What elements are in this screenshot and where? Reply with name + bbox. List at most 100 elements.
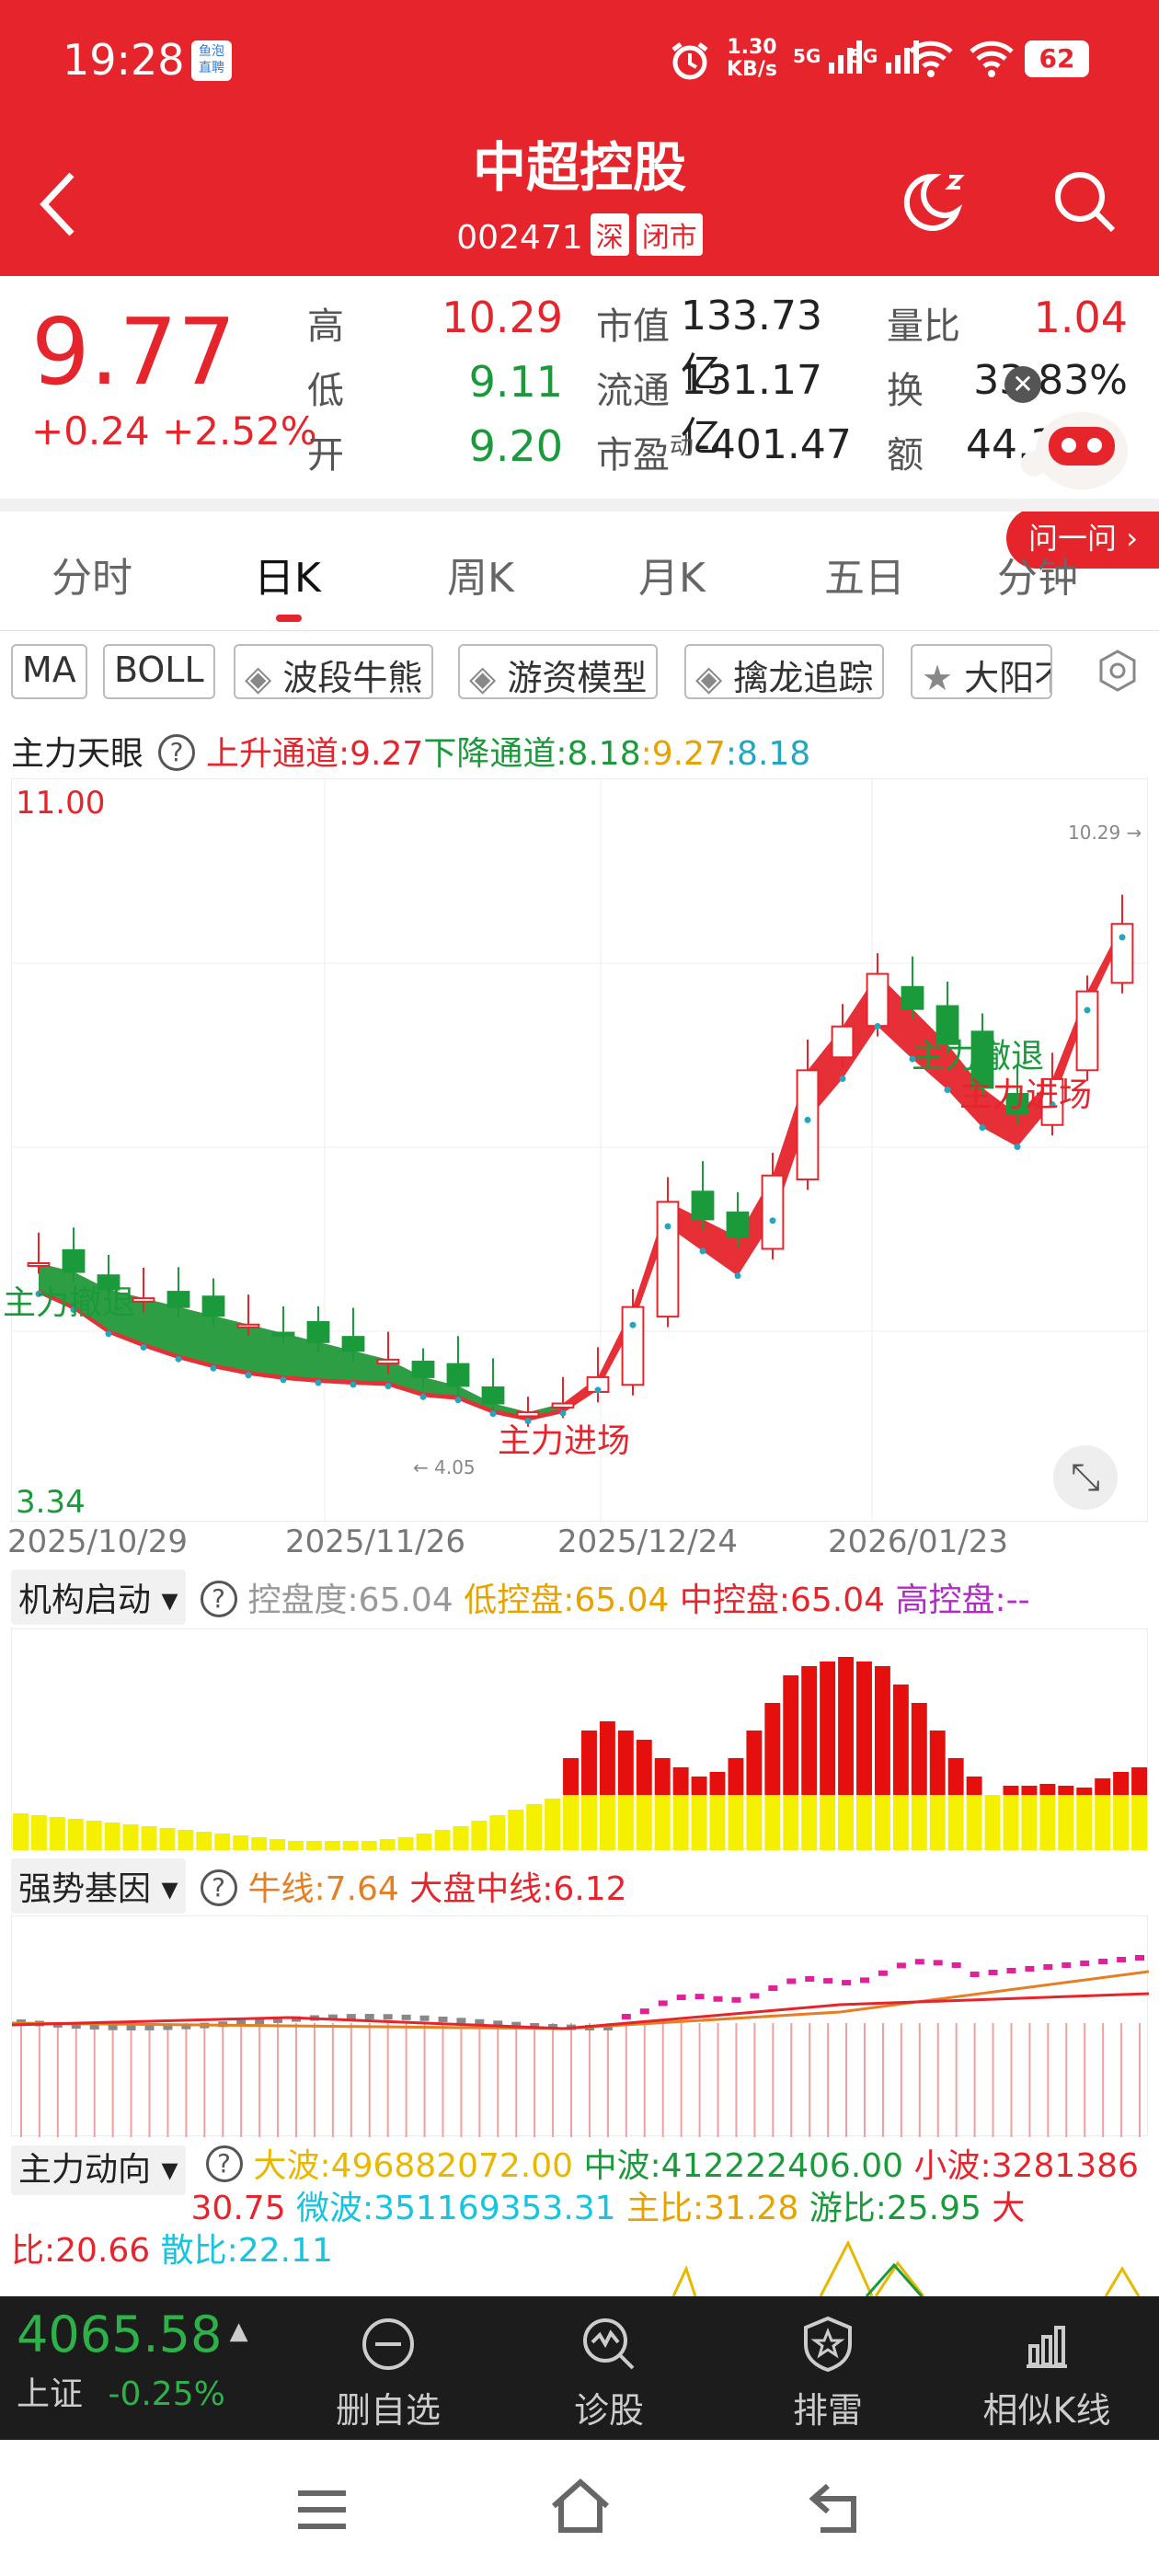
- ind3-canvas: [11, 1955, 1150, 2137]
- ind2-yellow-bar: [984, 1795, 1001, 1850]
- tab-fenshi[interactable]: 分时: [52, 545, 132, 604]
- ind4-b: 中波:412222406.00: [583, 2147, 904, 2185]
- ind3-marker: [970, 1972, 980, 1977]
- support-dot: [140, 1344, 147, 1351]
- ind2-red-bar: [947, 1758, 964, 1795]
- ind3-a: 牛线:7.64: [247, 1870, 399, 1908]
- mascot-robot-icon[interactable]: [1017, 394, 1142, 497]
- chip-bigyang[interactable]: ★ 大阳不: [911, 644, 1052, 699]
- ind3-marker: [1043, 1964, 1053, 1970]
- index-widget[interactable]: 4065.58 ▲ 上证 -0.25%: [17, 2306, 283, 2415]
- y-axis-max: 11.00: [16, 785, 106, 822]
- candle: [1075, 990, 1099, 1072]
- system-nav-bar: [0, 2440, 1159, 2576]
- night-mode-icon[interactable]: [901, 166, 975, 239]
- chip-boll[interactable]: BOLL: [103, 644, 215, 699]
- ind2-yellow-bar: [820, 1795, 836, 1850]
- ind2-yellow-bar: [1058, 1795, 1074, 1850]
- candle: [166, 1291, 190, 1308]
- ind2-yellow-bar: [1131, 1795, 1147, 1850]
- pe-value: -401.47: [695, 421, 852, 468]
- net-speed: 1.30 KB/s: [727, 36, 777, 81]
- ind2-red-bar: [1131, 1767, 1147, 1795]
- ind2-dropdown[interactable]: 机构启动 ▾: [11, 1570, 186, 1625]
- tab-five-day[interactable]: 五日: [824, 545, 905, 604]
- ind2-yellow-bar: [471, 1821, 488, 1850]
- ind2-yellow-bar: [801, 1795, 818, 1850]
- similar-kline-button[interactable]: 相似K线: [973, 2315, 1120, 2432]
- help-icon[interactable]: ?: [158, 734, 196, 771]
- menu-icon[interactable]: [293, 2484, 351, 2536]
- remove-watchlist-button[interactable]: 删自选: [315, 2315, 462, 2432]
- float-label: 流通: [596, 370, 670, 412]
- support-dot: [489, 1410, 497, 1418]
- ind2-red-bar: [728, 1758, 744, 1795]
- tab-minute[interactable]: 分钟: [997, 545, 1159, 604]
- ind3-marker: [1025, 1966, 1035, 1972]
- main-indicator-name[interactable]: 主力天眼: [11, 735, 143, 773]
- ind4-dropdown[interactable]: 主力动向 ▾: [11, 2145, 186, 2195]
- home-icon[interactable]: [548, 2477, 613, 2536]
- support-dot: [1119, 934, 1126, 941]
- chip-wave[interactable]: ◈ 波段牛熊: [234, 644, 434, 699]
- low-label: 低: [307, 370, 344, 412]
- tab-weekly-k[interactable]: 周K: [447, 545, 514, 604]
- settings-icon[interactable]: [1095, 648, 1141, 694]
- ind2-yellow-bar: [104, 1823, 120, 1850]
- ind2-red-bar: [1058, 1786, 1074, 1795]
- candle: [901, 985, 924, 1010]
- chip-ma[interactable]: MA: [11, 644, 87, 699]
- close-mascot-icon[interactable]: ✕: [1004, 366, 1041, 403]
- ind2-yellow-bar: [49, 1817, 65, 1850]
- tab-daily-k[interactable]: 日K: [254, 545, 321, 604]
- ind3-marker: [126, 2024, 136, 2030]
- ind2-yellow-bar: [654, 1795, 671, 1850]
- diagnose-button[interactable]: 诊股: [535, 2315, 683, 2432]
- candle: [1110, 923, 1134, 984]
- help-icon[interactable]: ?: [205, 2145, 243, 2182]
- diamond-icon: ◈: [695, 658, 723, 698]
- ind2-yellow-bar: [691, 1795, 707, 1850]
- support-dot: [245, 1372, 252, 1379]
- help-icon[interactable]: ?: [200, 1869, 237, 1906]
- tab-monthly-k[interactable]: 月K: [638, 545, 706, 604]
- page-title: 中超控股: [472, 136, 686, 199]
- ind2-b: 低控盘:65.04: [464, 1581, 670, 1619]
- ind2-c: 中控盘:65.04: [679, 1581, 886, 1619]
- back-icon[interactable]: [806, 2480, 865, 2536]
- ind2-red-bar: [617, 1731, 634, 1795]
- chip-dragon[interactable]: ◈ 擒龙追踪: [684, 644, 885, 699]
- ind3-marker: [694, 1994, 705, 2000]
- expand-icon[interactable]: ⤡: [1053, 1445, 1118, 1510]
- ind2-yellow-bar: [13, 1813, 29, 1850]
- candle: [831, 1025, 855, 1059]
- ind2-yellow-bar: [416, 1834, 432, 1850]
- ind3-header: 强势基因 ▾? 牛线:7.64 大盘中线:6.12: [11, 1858, 627, 1914]
- ind2-d: 高控盘:--: [895, 1581, 1030, 1619]
- signal-label-4: 主力进场: [959, 1076, 1093, 1114]
- badge-line2: 直聘: [199, 61, 224, 75]
- index-pct: -0.25%: [108, 2375, 225, 2413]
- clock: 19:28: [63, 35, 185, 85]
- mine-clear-button[interactable]: 排雷: [754, 2315, 901, 2432]
- ind2-red-bar: [911, 1703, 927, 1795]
- ind2-red-bar: [1039, 1784, 1056, 1795]
- low-value: 9.11: [468, 357, 563, 407]
- ind3-marker: [621, 2013, 631, 2019]
- alarm-icon: [671, 42, 708, 80]
- ind2-red-bar: [856, 1662, 872, 1795]
- kline-chart[interactable]: 11.00 3.34 10.29 → ← 4.05 主力撤退 主力进场 主力撤退…: [3, 778, 1149, 1523]
- ind3-dropdown[interactable]: 强势基因 ▾: [11, 1858, 186, 1914]
- ind2-yellow-bar: [214, 1834, 231, 1850]
- ind2-red-bar: [599, 1721, 615, 1795]
- back-arrow-icon[interactable]: [31, 167, 86, 241]
- search-icon[interactable]: [1049, 166, 1122, 239]
- candle: [551, 1402, 575, 1409]
- ind2-yellow-bar: [947, 1795, 964, 1850]
- chip-hotmoney[interactable]: ◈ 游资模型: [458, 644, 659, 699]
- ind3-marker: [896, 1962, 906, 1969]
- support-dot: [105, 1330, 112, 1338]
- ind3-marker: [1006, 1968, 1016, 1973]
- help-icon[interactable]: ?: [200, 1581, 237, 1617]
- ind4-e: 主比:31.28: [626, 2190, 799, 2227]
